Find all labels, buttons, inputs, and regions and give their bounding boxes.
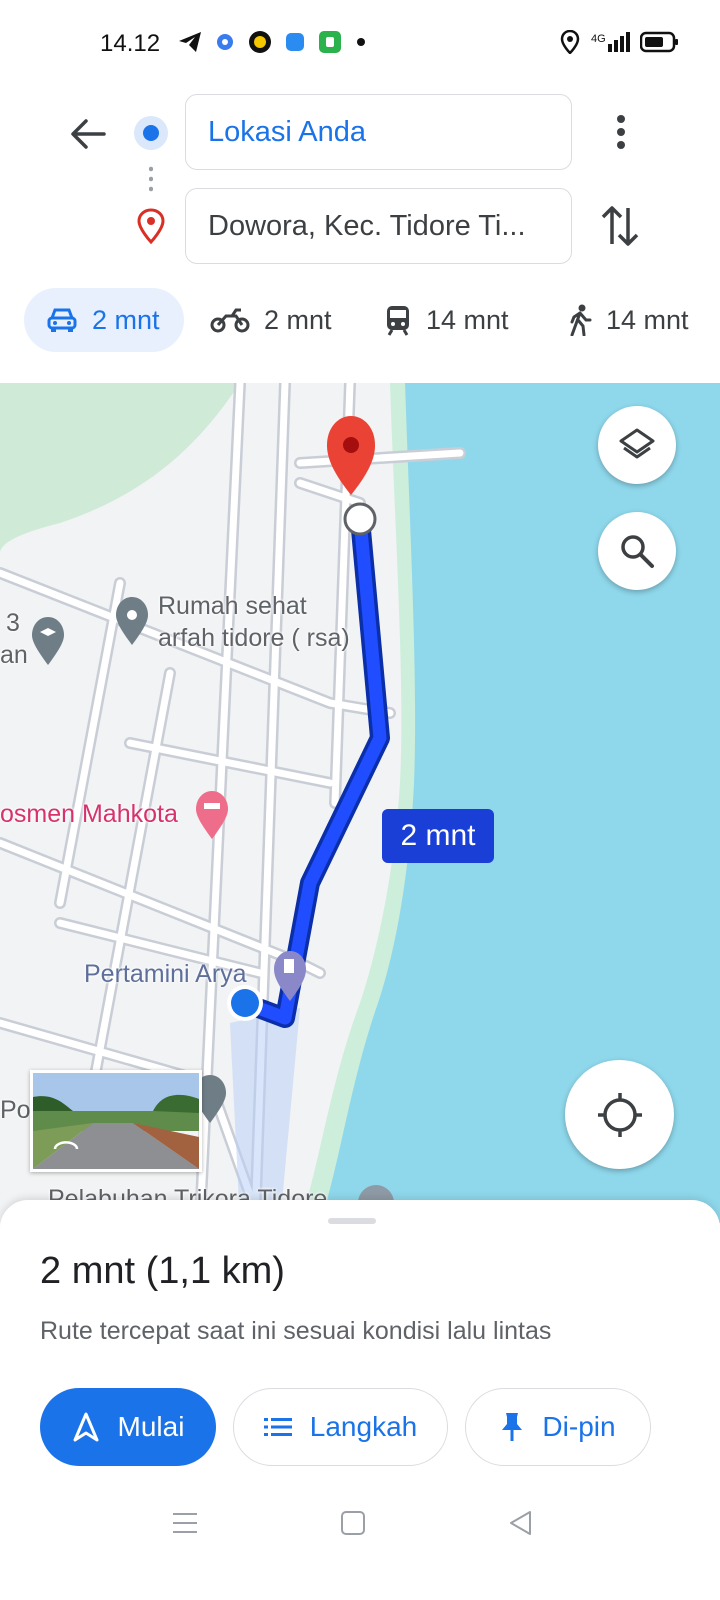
route-summary: 2 mnt (1,1 km) [40,1250,285,1292]
car-icon [47,308,77,332]
route-time-badge[interactable]: 2 mnt [382,809,494,863]
tab-transit-label: 14 mnt [426,304,509,335]
menu-nav-icon[interactable] [172,1510,198,1536]
street-view-image [33,1073,199,1169]
more-options-icon[interactable] [603,110,639,154]
map-label-hotel[interactable]: osmen Mahkota [0,798,178,830]
motorcycle-icon [210,308,250,333]
signal-icon: 4G [591,32,630,52]
my-location-button[interactable] [565,1060,674,1169]
transit-icon [387,306,409,336]
back-arrow-icon[interactable] [66,112,110,156]
steps-button[interactable]: Langkah [233,1388,448,1466]
network-type: 4G [591,33,606,45]
route-end-circle [343,502,377,536]
search-icon [621,535,654,568]
sheet-drag-handle[interactable] [328,1218,376,1224]
system-nav-bar [0,1490,720,1560]
start-button[interactable]: Mulai [40,1388,216,1466]
map-label-school-1: 3 [6,609,20,637]
navigation-arrow-icon [73,1412,99,1442]
app-icon-yellow [249,31,271,53]
crosshair-icon [597,1092,642,1137]
street-view-thumbnail[interactable] [30,1070,202,1172]
current-location-dot [231,989,259,1017]
tab-drive[interactable]: 2 mnt [24,288,184,352]
settings-icon [217,34,233,50]
route-subtitle: Rute tercepat saat ini sesuai kondisi la… [40,1317,552,1345]
tab-transit[interactable]: 14 mnt [362,288,531,352]
status-bar: 14.12 4G [0,0,720,88]
home-nav-icon[interactable] [340,1510,366,1536]
location-status-icon [560,30,580,54]
app-icon-green [319,31,341,53]
tab-drive-label: 2 mnt [92,304,160,335]
tab-walk-label: 14 mnt [606,304,689,335]
battery-icon [640,31,678,53]
steps-button-label: Langkah [309,1411,418,1442]
app-icon-blue [286,33,304,51]
back-nav-icon[interactable] [508,1510,534,1536]
telegram-icon [179,32,201,52]
pushpin-icon [502,1413,523,1441]
map-label-clinic-line1[interactable]: Rumah sehat [158,590,307,622]
layers-button[interactable] [598,406,676,484]
map-label-school-2: an [0,641,28,669]
travel-mode-tabs: 2 mnt 2 mnt 14 mnt 14 mnt [0,288,720,354]
destination-input[interactable]: Dowora, Kec. Tidore Ti... [185,188,572,264]
list-icon [263,1418,292,1436]
tab-motorcycle-label: 2 mnt [264,304,332,335]
destination-pin-icon [137,208,165,244]
tab-motorcycle[interactable]: 2 mnt [188,288,354,352]
pin-button[interactable]: Di-pin [465,1388,651,1466]
origin-dot-icon [134,116,168,150]
pin-button-label: Di-pin [542,1411,616,1442]
map-label-gas-station[interactable]: Pertamini Arya [84,958,247,990]
notification-icons [178,30,368,54]
route-connector-dots [149,164,153,194]
more-notifications-icon [357,38,365,46]
walk-icon [570,304,592,336]
tab-walk[interactable]: 14 mnt [546,288,711,352]
map-view[interactable]: 3 an Rumah sehat arfah tidore ( rsa) osm… [0,383,720,1223]
search-along-route-button[interactable] [598,512,676,590]
origin-input[interactable]: Lokasi Anda [185,94,572,170]
map-label-poi-partial: Po [0,1096,31,1124]
layers-icon [619,428,655,459]
status-time: 14.12 [100,30,161,57]
start-button-label: Mulai [117,1411,185,1442]
system-icons: 4G [560,30,680,54]
swap-icon[interactable] [598,200,642,252]
map-label-clinic-line2[interactable]: arfah tidore ( rsa) [158,622,350,654]
